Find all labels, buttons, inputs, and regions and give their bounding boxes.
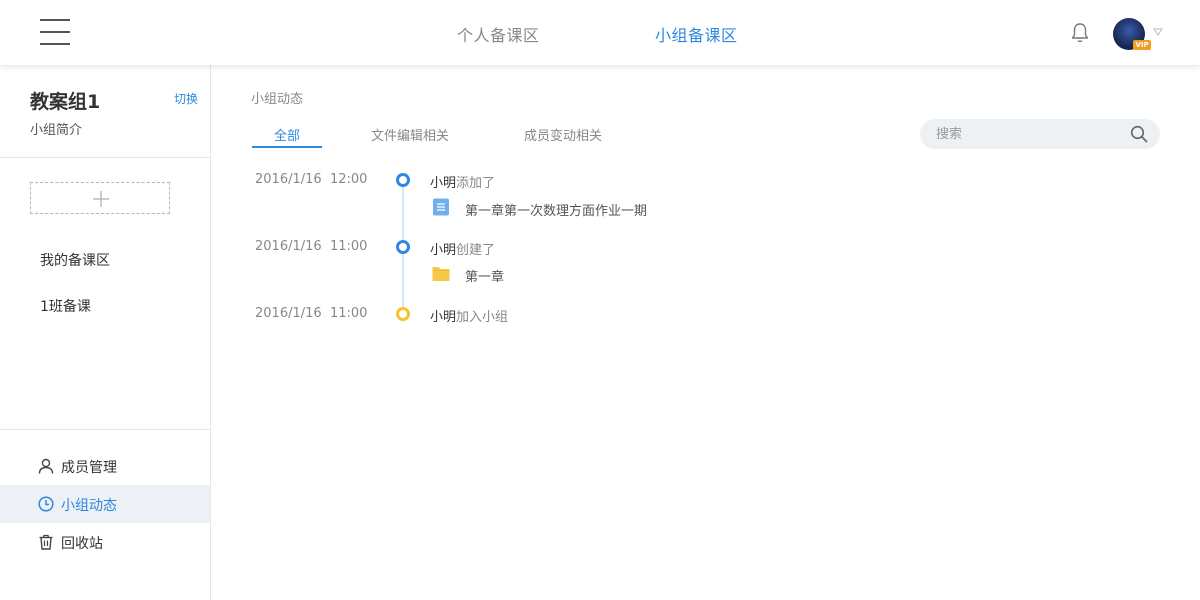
plus-icon <box>93 191 109 207</box>
filter-tab-file-edits[interactable]: 文件编辑相关 <box>371 125 449 144</box>
section-title: 小组动态 <box>251 92 304 107</box>
timeline-user[interactable]: 小明 <box>430 243 456 258</box>
nav-label: 成员管理 <box>61 460 117 476</box>
search-box <box>920 119 1160 149</box>
timeline-datetime: 2016/1/16 11:00 <box>255 306 368 321</box>
chevron-down-icon[interactable] <box>1153 27 1163 37</box>
bell-icon[interactable] <box>1070 22 1090 44</box>
tab-group-prep[interactable]: 小组备课区 <box>655 22 738 46</box>
vip-badge: VIP <box>1133 40 1151 50</box>
switch-group-link[interactable]: 切换 <box>174 90 198 107</box>
timeline-datetime: 2016/1/16 12:00 <box>255 172 368 187</box>
nav-label: 小组动态 <box>61 498 117 514</box>
top-bar: 个人备课区 小组备课区 VIP <box>0 0 1200 65</box>
nav-recycle-bin[interactable]: 回收站 <box>0 523 210 561</box>
search-icon[interactable] <box>1130 125 1148 143</box>
user-icon <box>38 458 54 474</box>
filter-tab-member-changes[interactable]: 成员变动相关 <box>524 125 602 144</box>
folder-icon <box>432 267 450 281</box>
timeline-entry-text: 小明添加了 <box>430 172 495 191</box>
tab-personal-prep[interactable]: 个人备课区 <box>457 22 540 46</box>
sidebar: 教案组1 切换 小组简介 我的备课区 1班备课 成员管理 小组动态 回收站 <box>0 65 211 600</box>
timeline-entry-text: 小明加入小组 <box>430 306 508 325</box>
group-name: 教案组1 <box>30 91 101 113</box>
timeline-datetime: 2016/1/16 11:00 <box>255 239 368 254</box>
timeline-action: 添加了 <box>456 176 496 191</box>
add-button[interactable] <box>30 182 170 214</box>
folder-name: 第一章 <box>465 270 505 285</box>
timeline-action: 加入小组 <box>456 310 509 325</box>
trash-icon <box>39 534 53 550</box>
timeline-dot <box>396 240 410 254</box>
document-icon <box>433 198 449 216</box>
timeline-user[interactable]: 小明 <box>430 310 456 325</box>
nav-group-activity[interactable]: 小组动态 <box>0 485 210 523</box>
timeline-folder-link[interactable]: 第一章 <box>432 264 692 285</box>
timeline-dot <box>396 307 410 321</box>
nav-label: 回收站 <box>61 536 103 552</box>
search-input[interactable] <box>936 125 1126 143</box>
clock-icon <box>38 496 54 512</box>
group-intro-link[interactable]: 小组简介 <box>30 119 82 138</box>
timeline-file-link[interactable]: 第一章第一次数理方面作业一期 <box>432 198 692 219</box>
sidebar-divider <box>0 157 210 158</box>
avatar[interactable]: VIP <box>1113 18 1151 50</box>
sidebar-divider <box>0 429 210 430</box>
timeline-user[interactable]: 小明 <box>430 176 456 191</box>
menu-icon[interactable] <box>40 19 70 45</box>
file-name: 第一章第一次数理方面作业一期 <box>465 204 648 219</box>
filter-tab-all[interactable]: 全部 <box>274 125 300 144</box>
timeline-action: 创建了 <box>456 243 496 258</box>
sidebar-item-my-prep[interactable]: 我的备课区 <box>40 250 110 270</box>
nav-member-management[interactable]: 成员管理 <box>0 447 210 485</box>
active-tab-indicator <box>252 146 322 148</box>
sidebar-item-class1-prep[interactable]: 1班备课 <box>40 296 91 316</box>
timeline-entry-text: 小明创建了 <box>430 239 495 258</box>
timeline-dot <box>396 173 410 187</box>
